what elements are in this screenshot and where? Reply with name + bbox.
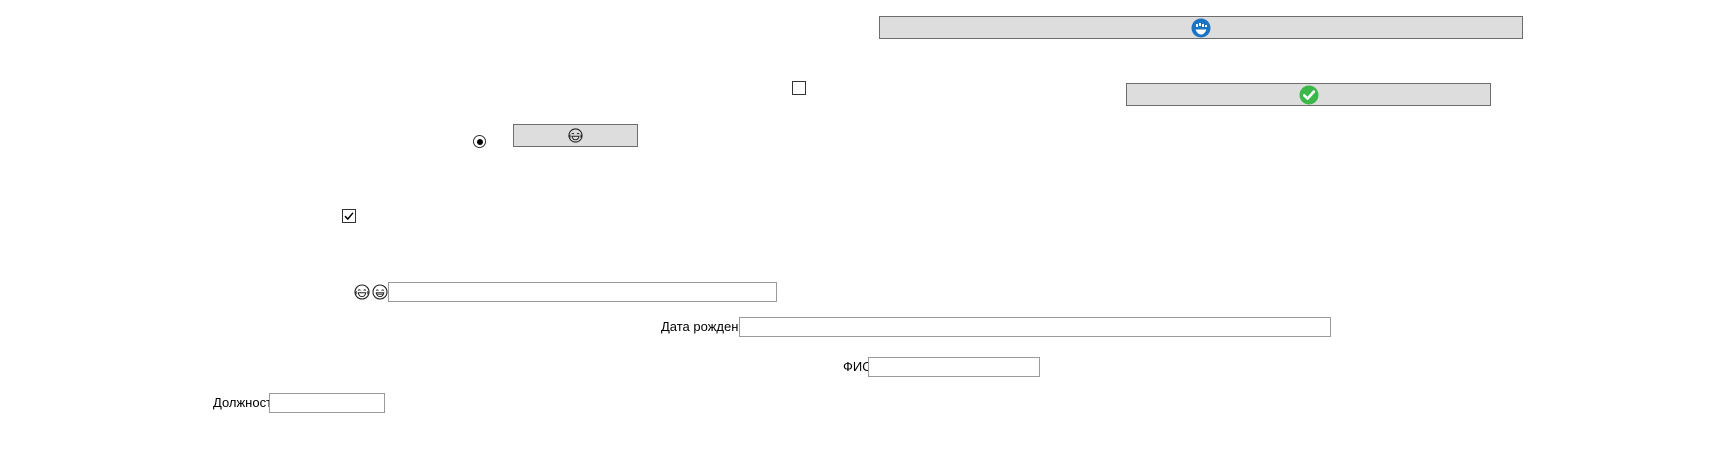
upper-checkbox[interactable]	[792, 81, 806, 95]
confirm-button[interactable]	[1126, 83, 1491, 106]
checkmark-icon	[344, 212, 354, 221]
grinning-face-icon	[372, 284, 388, 300]
option-radio[interactable]	[473, 135, 486, 148]
blue-smile-icon	[1191, 18, 1211, 37]
form-canvas: Дата рождения ФИО Должность	[0, 0, 1723, 457]
laughing-face-icon	[354, 284, 370, 300]
laughing-face-icon	[568, 128, 583, 143]
full-name-input[interactable]	[868, 357, 1040, 377]
green-checkmark-icon	[1299, 85, 1318, 104]
smile-button[interactable]	[879, 16, 1523, 39]
radio-dot	[476, 138, 483, 145]
emoji-text-input[interactable]	[388, 282, 777, 302]
birth-date-input[interactable]	[739, 317, 1331, 337]
position-input[interactable]	[269, 393, 385, 413]
laugh-button[interactable]	[513, 124, 638, 147]
lower-checkbox[interactable]	[342, 209, 356, 223]
